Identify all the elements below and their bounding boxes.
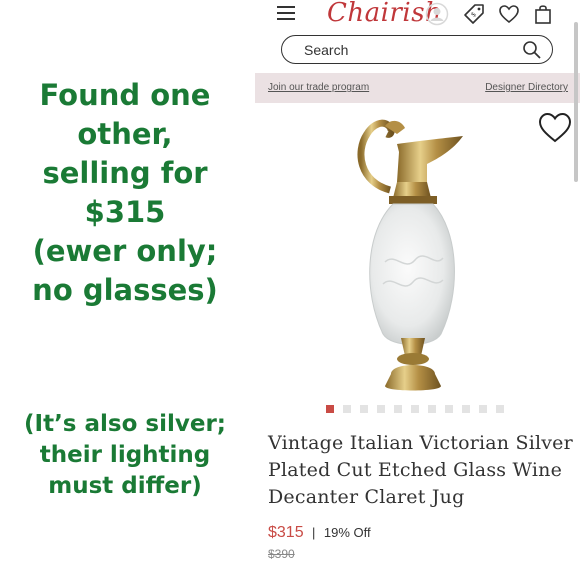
carousel-dot[interactable] [343, 405, 351, 413]
designer-directory-link[interactable]: Designer Directory [485, 82, 568, 93]
carousel-dot[interactable] [377, 405, 385, 413]
trade-program-link[interactable]: Join our trade program [268, 82, 369, 93]
carousel-dot[interactable] [411, 405, 419, 413]
shopping-bag-icon[interactable] [531, 2, 555, 26]
trade-bar: Join our trade program Designer Director… [255, 73, 580, 103]
annotation-line: (It’s also silver; [24, 411, 226, 437]
favorite-heart-icon[interactable] [538, 112, 572, 144]
search-icon[interactable] [522, 40, 542, 60]
menu-icon[interactable] [277, 6, 295, 22]
annotation-line: selling for [42, 156, 208, 190]
price-row: $315 | 19% Off [268, 524, 371, 542]
carousel-dot[interactable] [326, 405, 334, 413]
carousel-dot[interactable] [360, 405, 368, 413]
discount-label: 19% Off [323, 525, 371, 540]
carousel-dot[interactable] [445, 405, 453, 413]
price-tag-icon[interactable]: $ [462, 2, 486, 26]
original-price: $390 [268, 547, 295, 561]
carousel-dot[interactable] [479, 405, 487, 413]
annotation-line: $315 [84, 195, 166, 229]
carousel-indicator [326, 405, 504, 415]
phone-screenshot: Chairish $ Search Join our trade program… [255, 0, 580, 580]
scrollbar[interactable] [574, 22, 578, 182]
top-nav: Chairish $ [255, 0, 580, 30]
annotation-note: (It’s also silver; their lighting must d… [0, 409, 250, 502]
search-bar[interactable]: Search [281, 35, 553, 64]
carousel-dot[interactable] [462, 405, 470, 413]
carousel-dot[interactable] [394, 405, 402, 413]
svg-text:$: $ [469, 10, 478, 19]
product-image[interactable] [335, 112, 485, 392]
current-price: $315 [268, 524, 304, 541]
annotation-line: (ewer only; [32, 234, 218, 268]
carousel-dot[interactable] [428, 405, 436, 413]
annotation-line: Found one [39, 78, 211, 112]
user-icon[interactable] [425, 2, 449, 26]
annotation-line: their lighting [39, 442, 211, 468]
annotation-line: other, [77, 117, 173, 151]
heart-icon[interactable] [497, 2, 521, 26]
search-input[interactable]: Search [304, 42, 348, 58]
price-separator: | [312, 525, 316, 540]
annotation-line: no glasses) [32, 273, 218, 307]
annotation-main: Found one other, selling for $315 (ewer … [0, 76, 250, 310]
carousel-dot[interactable] [496, 405, 504, 413]
product-title: Vintage Italian Victorian Silver Plated … [268, 432, 573, 508]
annotation-line: must differ) [48, 473, 202, 499]
